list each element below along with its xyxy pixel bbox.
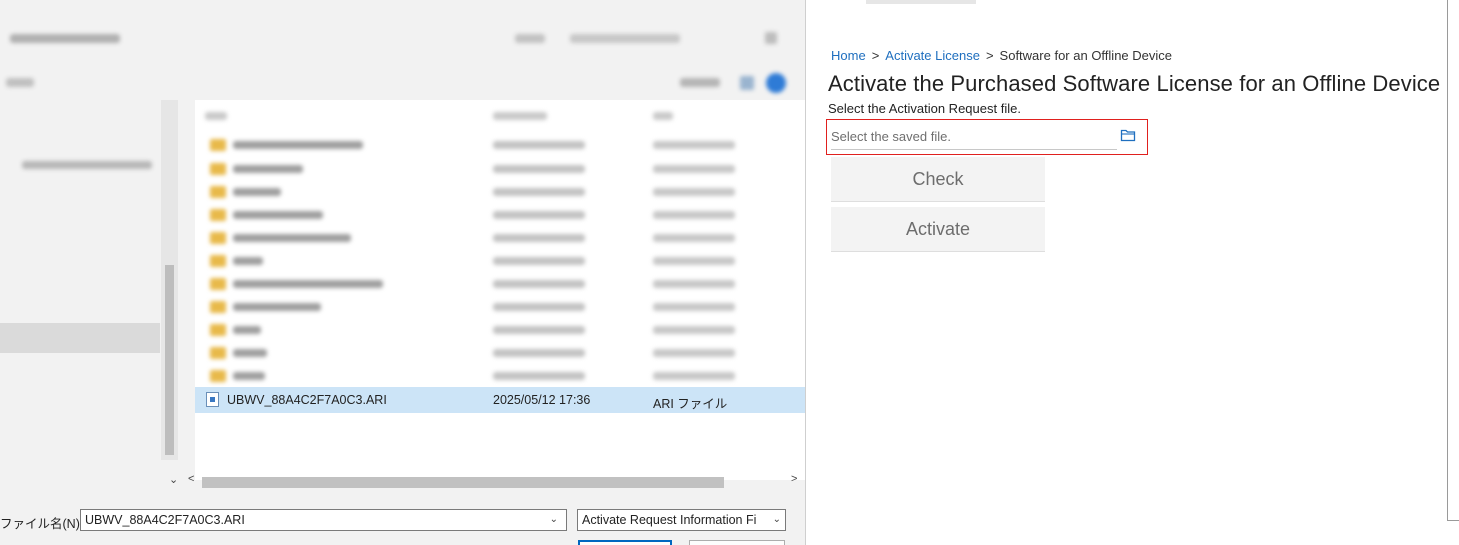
- breadcrumb-activate-link[interactable]: Activate License: [885, 48, 980, 63]
- list-item[interactable]: [195, 157, 805, 180]
- folder-icon: [210, 209, 226, 221]
- address-dropdown-icon[interactable]: [515, 34, 545, 43]
- folder-icon: [210, 324, 226, 336]
- frame-edge: [1447, 520, 1459, 521]
- top-cropped-text: [866, 0, 976, 4]
- folder-icon: [210, 232, 226, 244]
- breadcrumb-home-link[interactable]: Home: [831, 48, 866, 63]
- filename-value: UBWV_88A4C2F7A0C3.ARI: [85, 513, 245, 527]
- open-button[interactable]: [578, 540, 672, 545]
- file-list[interactable]: [195, 100, 805, 480]
- window-control-icon[interactable]: [765, 32, 777, 44]
- column-header-type[interactable]: [653, 112, 673, 120]
- address-path[interactable]: [10, 34, 120, 43]
- list-item[interactable]: [195, 226, 805, 249]
- chevron-down-icon[interactable]: ⌄: [169, 473, 178, 486]
- instruction-text: Select the Activation Request file.: [828, 101, 1021, 116]
- list-item[interactable]: [195, 133, 805, 156]
- folder-icon: [210, 370, 226, 382]
- folder-icon: [210, 255, 226, 267]
- help-icon[interactable]: [766, 73, 786, 93]
- list-item[interactable]: [195, 249, 805, 272]
- search-box[interactable]: [570, 34, 680, 43]
- list-item[interactable]: [195, 318, 805, 341]
- list-item[interactable]: [195, 272, 805, 295]
- folder-icon: [210, 163, 226, 175]
- folder-icon: [210, 278, 226, 290]
- breadcrumb-current: Software for an Offline Device: [999, 48, 1172, 63]
- preview-pane-icon[interactable]: [740, 76, 754, 90]
- activate-button[interactable]: Activate: [831, 207, 1045, 252]
- check-button[interactable]: Check: [831, 157, 1045, 202]
- file-select-field[interactable]: Select the saved file.: [826, 119, 1148, 155]
- file-type-value: Activate Request Information Fi: [582, 513, 757, 527]
- file-icon: [206, 392, 219, 407]
- file-type: ARI ファイル: [653, 397, 728, 411]
- navigation-scrollbar-thumb[interactable]: [165, 265, 174, 455]
- list-item-selected-file[interactable]: UBWV_88A4C2F7A0C3.ARI 2025/05/12 17:36 A…: [195, 387, 805, 413]
- license-activation-page: Home > Activate License > Software for an Of…: [806, 0, 1459, 545]
- folder-icon: [210, 139, 226, 151]
- chevron-down-icon[interactable]: ⌄: [770, 510, 781, 530]
- list-item[interactable]: [195, 341, 805, 364]
- view-options-button[interactable]: [680, 78, 720, 87]
- navigation-scrollbar[interactable]: [161, 100, 178, 460]
- column-header-date[interactable]: [493, 112, 547, 120]
- column-header-name[interactable]: [205, 112, 227, 120]
- page-title: Activate the Purchased Software License …: [828, 71, 1441, 96]
- cancel-button[interactable]: [689, 540, 785, 545]
- folder-open-icon[interactable]: [1120, 128, 1136, 142]
- list-item[interactable]: [195, 364, 805, 387]
- dialog-toolbar: [0, 68, 805, 98]
- frame-edge: [1447, 0, 1448, 520]
- breadcrumb: Home > Activate License > Software for an Of…: [831, 48, 1172, 63]
- file-type-select[interactable]: Activate Request Information Fi ⌄: [577, 509, 786, 531]
- file-open-dialog: UBWV_88A4C2F7A0C3.ARI 2025/05/12 17:36 A…: [0, 0, 806, 545]
- folder-icon: [210, 186, 226, 198]
- folder-icon: [210, 301, 226, 313]
- dialog-bottom-bar: ファイル名(N): UBWV_88A4C2F7A0C3.ARI ⌄ Activa…: [0, 497, 805, 545]
- list-item[interactable]: [195, 180, 805, 203]
- nav-item-selected[interactable]: [0, 323, 160, 353]
- list-item[interactable]: [195, 203, 805, 226]
- scroll-left-icon[interactable]: <: [188, 473, 194, 485]
- chevron-down-icon[interactable]: ⌄: [550, 510, 558, 530]
- input-underline: [831, 149, 1117, 150]
- breadcrumb-separator: >: [871, 48, 880, 63]
- filename-label: ファイル名(N):: [0, 517, 84, 531]
- nav-item[interactable]: [22, 161, 152, 169]
- scroll-right-icon[interactable]: >: [791, 473, 797, 485]
- folder-icon: [210, 347, 226, 359]
- filename-input[interactable]: UBWV_88A4C2F7A0C3.ARI ⌄: [80, 509, 567, 531]
- file-name: UBWV_88A4C2F7A0C3.ARI: [227, 393, 387, 407]
- organize-button[interactable]: [6, 78, 34, 87]
- file-select-placeholder: Select the saved file.: [831, 129, 951, 144]
- address-bar[interactable]: [0, 8, 805, 68]
- horizontal-scrollbar-thumb[interactable]: [202, 477, 724, 488]
- breadcrumb-separator: >: [985, 48, 994, 63]
- navigation-pane[interactable]: [0, 100, 160, 460]
- list-item[interactable]: [195, 295, 805, 318]
- file-date: 2025/05/12 17:36: [493, 393, 591, 407]
